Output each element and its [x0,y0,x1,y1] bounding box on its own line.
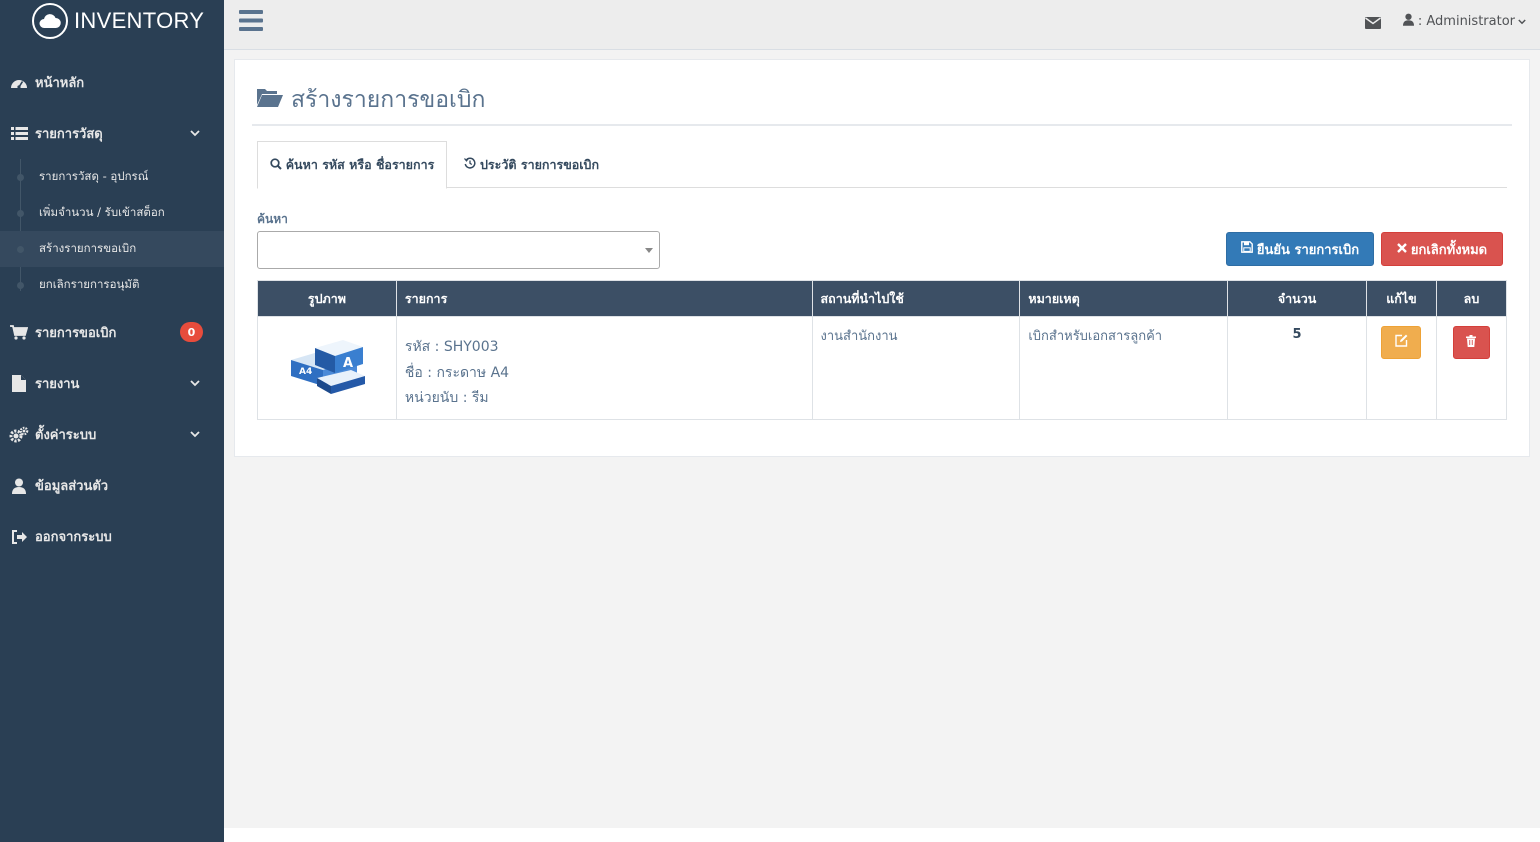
tab-label: ประวัติ รายการขอเบิก [480,156,600,172]
submenu-item-stock-in[interactable]: เพิ่มจำนวน / รับเข้าสต็อก [0,195,224,231]
sidebar-item-settings[interactable]: ตั้งค่าระบบ [0,409,224,460]
column-header: รายการ [395,280,813,317]
menu-toggle-icon[interactable] [239,10,263,35]
item-unit: หน่วยนับ : รีม [404,390,489,406]
item-code: รหัส : SHY003 [404,339,499,355]
sidebar-item-label: ออกจากระบบ [35,530,112,545]
user-icon [1402,13,1414,30]
submenu-item-label: เพิ่มจำนวน / รับเข้าสต็อก [39,205,165,219]
page-title: สร้างรายการขอเบิก [257,82,485,118]
cancel-all-label: ยกเลิกทั้งหมด [1410,242,1488,258]
sidebar: INVENTORY หน้าหลัก รายการวัสดุ รายการวัส… [0,0,224,842]
sidebar-item-label: ข้อมูลส่วนตัว [35,479,109,494]
submenu-item-label: รายการวัสดุ - อุปกรณ์ [39,169,149,183]
request-table: รูปภาพ รายการ สถานที่นำไปใช้ หมายเหตุ จำ… [257,280,1508,420]
tab-bar: ค้นหา รหัส หรือ ชื่อรายการ ประวัติ รายกา… [257,141,1507,189]
product-image: A A4 [287,340,367,398]
tab-history[interactable]: ประวัติ รายการขอเบิก [464,141,599,188]
count-badge: 0 [180,322,203,342]
chevron-down-icon [1518,14,1526,29]
trash-icon [1466,334,1477,351]
cart-icon [9,324,29,342]
footer [224,828,1540,842]
sidebar-item-profile[interactable]: ข้อมูลส่วนตัว [0,460,224,511]
sidebar-item-label: หน้าหลัก [35,76,85,91]
table-row: A A4 รหัส : SHY003 ชื่อ : กระดาษ A4 หน่ว… [257,316,1508,420]
location-cell: งานสำนักงาน [811,316,1021,420]
submenu-item-materials-equipment[interactable]: รายการวัสดุ - อุปกรณ์ [0,159,224,195]
brand[interactable]: INVENTORY [0,0,224,42]
cloud-icon [32,3,68,39]
envelope-icon[interactable] [1365,14,1381,33]
title-divider [252,124,1512,126]
cancel-all-button[interactable]: ยกเลิกทั้งหมด [1381,232,1503,266]
tab-search[interactable]: ค้นหา รหัส หรือ ชื่อรายการ [257,141,447,189]
close-icon [1397,242,1407,257]
sidebar-item-label: รายการขอเบิก [35,326,117,341]
search-select[interactable] [257,231,660,269]
sidebar-item-home[interactable]: หน้าหลัก [0,57,224,108]
caret-down-icon [645,248,653,253]
edit-icon [1395,334,1408,351]
svg-text:A: A [343,356,353,371]
svg-text:A4: A4 [299,367,312,377]
column-header: จำนวน [1227,280,1368,317]
table-header-row: รูปภาพ รายการ สถานที่นำไปใช้ หมายเหตุ จำ… [257,280,1508,317]
sidebar-item-requests[interactable]: รายการขอเบิก 0 [0,307,224,358]
sidebar-item-label: รายงาน [35,377,80,392]
chevron-down-icon [190,376,200,391]
main-panel: สร้างรายการขอเบิก ค้นหา รหัส หรือ ชื่อรา… [234,59,1530,457]
search-icon [270,157,282,173]
history-icon [464,157,476,172]
file-icon [9,375,29,393]
sidebar-item-label: ตั้งค่าระบบ [35,428,97,443]
confirm-request-button[interactable]: ยืนยัน รายการเบิก [1226,232,1374,266]
column-header: หมายเหตุ [1019,280,1229,317]
sidebar-item-logout[interactable]: ออกจากระบบ [0,511,224,562]
list-icon [9,125,29,143]
save-icon [1241,241,1253,257]
column-header: ลบ [1435,280,1508,317]
folder-open-icon [257,87,283,113]
chevron-down-icon [190,126,200,141]
user-name: : Administrator [1417,14,1515,29]
submenu-item-cancel-approval[interactable]: ยกเลิกรายการอนุมัติ [0,267,224,303]
submenu-item-label: สร้างรายการขอเบิก [39,241,137,255]
user-icon [9,477,29,495]
dashboard-icon [9,74,29,92]
tab-label: ค้นหา รหัส หรือ ชื่อรายการ [285,157,435,172]
materials-submenu: รายการวัสดุ - อุปกรณ์ เพิ่มจำนวน / รับเข… [0,159,224,307]
submenu-item-create-request[interactable]: สร้างรายการขอเบิก [0,231,224,267]
image-cell: A A4 [257,316,397,420]
quantity-cell: 5 [1227,316,1368,420]
signout-icon [9,528,29,546]
delete-cell [1435,316,1508,420]
column-header: แก้ไข [1366,280,1437,317]
column-header: สถานที่นำไปใช้ [811,280,1021,317]
gears-icon [9,426,29,444]
submenu-item-label: ยกเลิกรายการอนุมัติ [39,277,140,291]
column-header: รูปภาพ [257,280,397,317]
sidebar-item-reports[interactable]: รายงาน [0,358,224,409]
confirm-request-label: ยืนยัน รายการเบิก [1256,242,1360,258]
page-title-text: สร้างรายการขอเบิก [291,87,486,113]
user-menu[interactable]: : Administrator [1402,13,1526,30]
edit-button[interactable] [1381,326,1422,359]
brand-title: INVENTORY [74,8,205,33]
edit-cell [1366,316,1437,420]
sidebar-menu: หน้าหลัก รายการวัสดุ รายการวัสดุ - อุปกร… [0,57,224,562]
search-label: ค้นหา [257,212,288,226]
top-navbar: : Administrator [224,0,1540,50]
sidebar-item-label: รายการวัสดุ [35,127,103,142]
item-name: ชื่อ : กระดาษ A4 [404,364,510,381]
sidebar-item-materials[interactable]: รายการวัสดุ [0,108,224,159]
item-cell: รหัส : SHY003 ชื่อ : กระดาษ A4 หน่วยนับ … [395,316,813,420]
note-cell: เบิกสำหรับเอกสารลูกค้า [1019,316,1229,420]
chevron-down-icon [190,427,200,442]
delete-button[interactable] [1452,326,1490,359]
